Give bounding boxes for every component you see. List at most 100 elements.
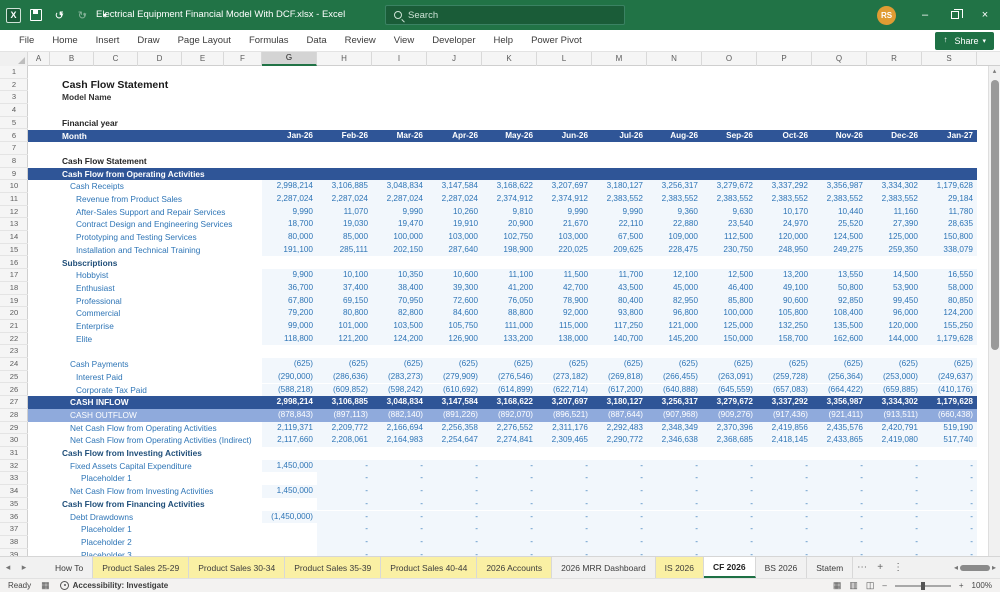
- row-label[interactable]: Financial year: [62, 117, 118, 130]
- cell[interactable]: -: [372, 485, 427, 498]
- row-header-13[interactable]: 13: [0, 218, 28, 232]
- cell[interactable]: 117,250: [592, 320, 647, 333]
- cell[interactable]: 103,000: [537, 231, 592, 244]
- redo-icon[interactable]: ↻ ▾: [74, 7, 90, 23]
- cell[interactable]: (610,692): [427, 383, 482, 397]
- column-header-r[interactable]: R: [867, 52, 922, 66]
- cell[interactable]: 2,435,576: [812, 421, 867, 435]
- cell[interactable]: 150,000: [702, 332, 757, 346]
- cell[interactable]: 2,348,349: [647, 421, 702, 435]
- cell[interactable]: -: [482, 523, 537, 536]
- cell[interactable]: 67,500: [592, 231, 647, 244]
- cell[interactable]: -: [812, 548, 867, 556]
- cell[interactable]: 120,000: [867, 320, 922, 333]
- cell[interactable]: 115,000: [537, 320, 592, 333]
- cell[interactable]: 37,400: [317, 281, 372, 295]
- row-label[interactable]: Contract Design and Engineering Services: [76, 218, 232, 231]
- cell[interactable]: 2,383,552: [812, 193, 867, 206]
- cell[interactable]: (286,636): [317, 370, 372, 384]
- sheet-tab-product-sales-35-39[interactable]: Product Sales 35-39: [285, 557, 382, 578]
- cell[interactable]: 2,164,983: [372, 434, 427, 447]
- sheet-tab-bs-2026[interactable]: BS 2026: [756, 557, 808, 578]
- row-label[interactable]: Net Cash Flow from Operating Activities: [70, 422, 217, 435]
- row-header-35[interactable]: 35: [0, 498, 28, 511]
- month-header-cell[interactable]: Jan-27: [922, 130, 977, 143]
- cell[interactable]: 2,433,865: [812, 434, 867, 447]
- cell[interactable]: 78,900: [537, 294, 592, 308]
- undo-icon[interactable]: ↺ ▾: [51, 7, 67, 23]
- cell[interactable]: 100,000: [702, 307, 757, 320]
- cell[interactable]: 9,990: [537, 205, 592, 219]
- column-header-s[interactable]: S: [922, 52, 977, 66]
- cell[interactable]: 124,200: [372, 332, 427, 346]
- cell[interactable]: (410,176): [922, 383, 977, 397]
- cell[interactable]: -: [537, 535, 592, 549]
- row-label[interactable]: Commercial: [76, 307, 120, 320]
- cell[interactable]: 2,368,685: [702, 434, 757, 447]
- cell[interactable]: -: [592, 548, 647, 556]
- row-label[interactable]: Cash Flow Statement: [62, 155, 147, 168]
- cell[interactable]: -: [317, 535, 372, 549]
- avatar[interactable]: RS: [877, 5, 896, 25]
- cell[interactable]: 3,180,127: [592, 396, 647, 409]
- row-header-19[interactable]: 19: [0, 295, 28, 308]
- cell[interactable]: -: [757, 497, 812, 511]
- cell[interactable]: 9,810: [482, 205, 537, 219]
- cell[interactable]: (657,083): [757, 383, 812, 397]
- cell[interactable]: (660,438): [922, 409, 977, 422]
- cell[interactable]: 80,850: [922, 294, 977, 308]
- ribbon-tab-formulas[interactable]: Formulas: [240, 30, 298, 52]
- cell[interactable]: (896,521): [537, 409, 592, 422]
- zoom-level[interactable]: 100%: [972, 581, 992, 590]
- cell[interactable]: -: [922, 510, 977, 524]
- cell[interactable]: -: [592, 472, 647, 486]
- cell[interactable]: -: [537, 548, 592, 556]
- cell[interactable]: -: [867, 548, 922, 556]
- cell[interactable]: 3,207,697: [537, 396, 592, 409]
- cell[interactable]: (283,273): [372, 370, 427, 384]
- cell[interactable]: 2,166,694: [372, 421, 427, 435]
- cell[interactable]: -: [317, 548, 372, 556]
- cell[interactable]: 3,256,317: [647, 396, 702, 409]
- scroll-up-icon[interactable]: ▴: [989, 66, 1000, 78]
- cell[interactable]: (622,714): [537, 383, 592, 397]
- column-header-d[interactable]: D: [138, 52, 182, 66]
- horizontal-scrollbar[interactable]: ◂ ▸: [954, 557, 1000, 578]
- month-header-cell[interactable]: Aug-26: [647, 130, 702, 143]
- restore-button[interactable]: [940, 0, 970, 30]
- row-header-33[interactable]: 33: [0, 472, 28, 486]
- row-label[interactable]: Model Name: [62, 91, 111, 104]
- cell[interactable]: 3,147,584: [427, 396, 482, 409]
- row-header-6[interactable]: 6: [0, 130, 28, 143]
- month-header-cell[interactable]: Jul-26: [592, 130, 647, 143]
- cell[interactable]: 3,356,987: [812, 180, 867, 193]
- cell[interactable]: 9,990: [262, 205, 317, 219]
- cell[interactable]: 82,800: [372, 307, 427, 320]
- month-header-cell[interactable]: Feb-26: [317, 130, 372, 143]
- cell[interactable]: (598,242): [372, 383, 427, 397]
- cell[interactable]: -: [647, 523, 702, 536]
- cell[interactable]: 12,500: [702, 269, 757, 282]
- cell[interactable]: 11,700: [592, 269, 647, 282]
- row-label[interactable]: Revenue from Product Sales: [76, 193, 182, 206]
- ribbon-tab-help[interactable]: Help: [485, 30, 523, 52]
- row-header-5[interactable]: 5: [0, 117, 28, 130]
- row-header-12[interactable]: 12: [0, 206, 28, 219]
- cell[interactable]: 287,640: [427, 243, 482, 257]
- cell[interactable]: 121,000: [647, 320, 702, 333]
- cell[interactable]: -: [757, 535, 812, 549]
- cell[interactable]: 111,000: [482, 320, 537, 333]
- cell[interactable]: 517,740: [922, 434, 977, 447]
- cell[interactable]: 41,200: [482, 281, 537, 295]
- cell[interactable]: (878,843): [262, 409, 317, 422]
- cell[interactable]: 43,500: [592, 281, 647, 295]
- vertical-scrollbar[interactable]: ▴: [988, 66, 1000, 556]
- cell[interactable]: 11,780: [922, 205, 977, 219]
- row-label[interactable]: Month: [62, 130, 87, 143]
- cell[interactable]: 2,383,552: [592, 193, 647, 206]
- cell[interactable]: -: [867, 535, 922, 549]
- zoom-out-icon[interactable]: –: [882, 581, 886, 590]
- sheet-tab-is-2026[interactable]: IS 2026: [655, 557, 704, 578]
- row-label[interactable]: Placeholder 1: [81, 523, 132, 536]
- cell[interactable]: 46,400: [702, 281, 757, 295]
